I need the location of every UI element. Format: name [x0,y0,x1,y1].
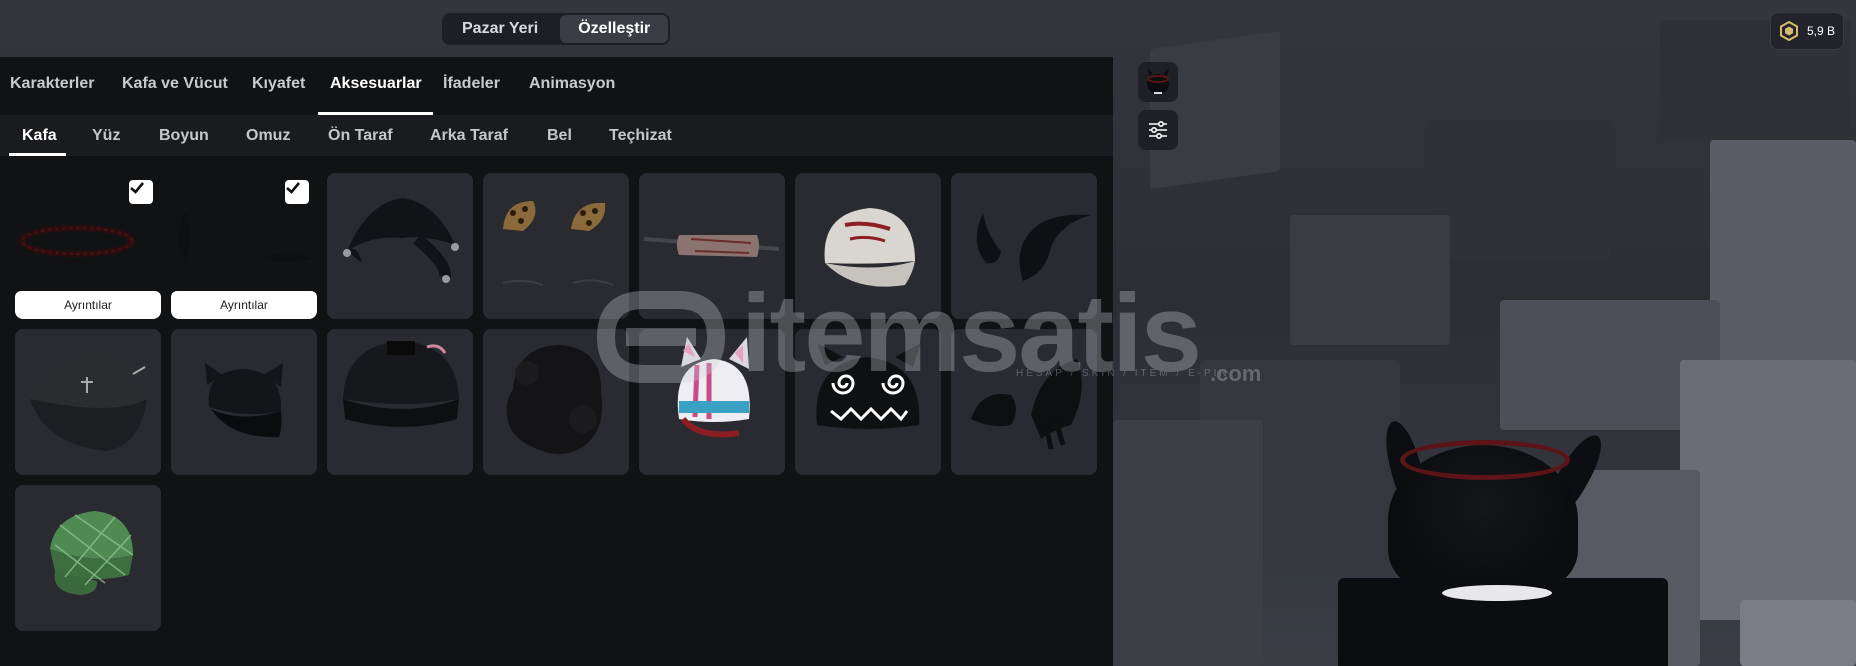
black-helmet-icon [343,341,459,453]
subtab-bar: Kafa Yüz Boyun Omuz Ön Taraf Arka Taraf … [0,116,1113,156]
item-tile[interactable] [327,329,473,475]
black-cross-cap-icon [30,349,147,451]
item-tile[interactable] [951,173,1097,319]
avatar-crown [1400,440,1570,480]
item-tile[interactable] [795,173,941,319]
cat-ear-cap-icon [205,363,283,438]
green-plaid-cap-icon [50,511,134,595]
tab-emotes[interactable]: İfadeler [443,75,500,93]
avatar-thumbnail-button[interactable] [1138,62,1178,102]
equipped-checkbox[interactable] [285,180,309,204]
check-icon [130,182,144,194]
subtab-front[interactable]: Ön Taraf [328,127,393,145]
sliders-icon [1149,120,1167,140]
scene-block [1710,140,1856,370]
spiral-eye-beanie-icon [816,343,921,429]
scene-block [1113,420,1263,666]
robux-amount: 5,9 B [1806,24,1836,38]
scene-block [1680,360,1856,620]
details-button[interactable]: Ayrıntılar [171,291,317,319]
tab-animations[interactable]: Animasyon [529,75,615,93]
tab-customize[interactable]: Özelleştir [560,15,669,43]
jester-hat-icon [343,198,459,283]
robux-balance[interactable]: 5,9 B [1770,12,1844,50]
fluffy-hair-icon [506,345,603,455]
robux-icon [1779,21,1798,41]
curved-horns-icon [976,213,1091,281]
tab-clothing[interactable]: Kıyafet [252,75,305,93]
scene-block [1740,600,1856,666]
bandage-sword-icon [643,235,780,257]
item-tile[interactable] [639,329,785,475]
category-tabs: Karakterler Kafa ve Vücut Kıyafet Aksesu… [0,57,1113,116]
scene-block [1290,215,1450,345]
item-tile[interactable] [327,173,473,319]
avatar-editor-panel: Karakterler Kafa ve Vücut Kıyafet Aksesu… [0,57,1113,666]
scene-block [1430,120,1610,260]
item-grid: Ayrıntılar Ayrıntılar [0,156,1113,666]
equipped-checkbox[interactable] [129,180,153,204]
subtab-back[interactable]: Arka Taraf [430,127,508,145]
subtab-shoulder[interactable]: Omuz [246,127,290,145]
item-tile[interactable] [483,329,629,475]
item-tile[interactable] [15,485,161,631]
item-tile[interactable]: Ayrıntılar [15,173,161,319]
check-icon [286,182,300,194]
top-nav-switch: Pazar Yeri Özelleştir [442,13,671,45]
subtab-waist[interactable]: Bel [547,127,572,145]
details-button[interactable]: Ayrıntılar [15,291,161,319]
item-tile[interactable] [639,173,785,319]
subtab-neck[interactable]: Boyun [159,127,209,145]
bunny-helmet-icon [677,337,750,438]
item-tile[interactable] [171,329,317,475]
tab-marketplace[interactable]: Pazar Yeri [444,15,556,43]
subtab-head[interactable]: Kafa [22,127,57,145]
adjust-button[interactable] [1138,110,1178,150]
item-tile[interactable]: Ayrıntılar [171,173,317,319]
item-tile[interactable] [483,173,629,319]
white-cap-icon [824,208,915,287]
tab-characters[interactable]: Karakterler [10,75,95,93]
item-tile[interactable] [951,329,1097,475]
leopard-ears-icon [502,201,614,286]
tab-accessories[interactable]: Aksesuarlar [330,75,422,93]
avatar-collar [1442,585,1552,601]
black-wings-icon [971,359,1082,450]
item-tile[interactable] [795,329,941,475]
tab-head-body[interactable]: Kafa ve Vücut [122,75,228,93]
active-tab-indicator [318,112,433,115]
avatar-thumbnail-icon [1147,68,1169,94]
subtab-gear[interactable]: Teçhizat [609,127,672,145]
subtab-face[interactable]: Yüz [92,127,120,145]
item-tile[interactable] [15,329,161,475]
